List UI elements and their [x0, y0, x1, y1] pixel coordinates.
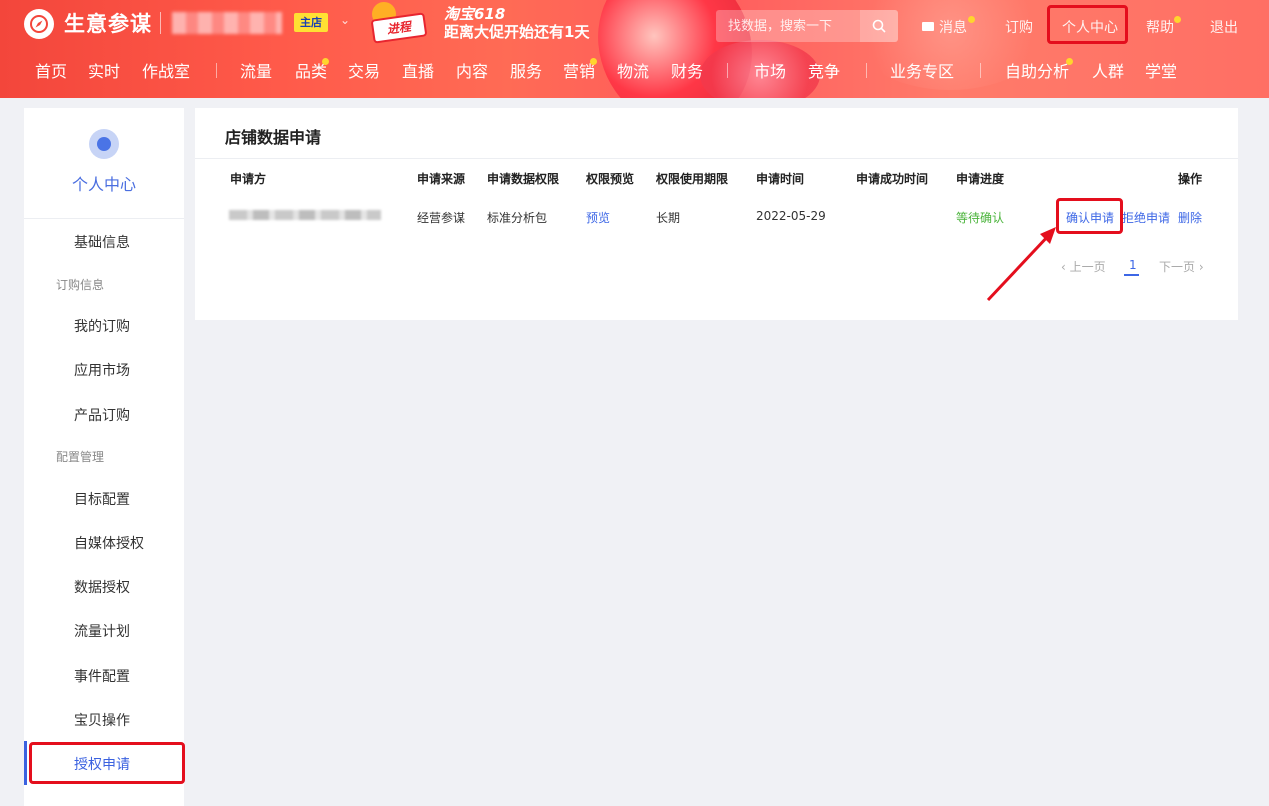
- cell-source: 经营参谋: [417, 211, 466, 225]
- divider: [195, 158, 1238, 159]
- user-icon: [97, 137, 111, 151]
- sidebar-item-auth-application[interactable]: 授权申请: [74, 754, 130, 774]
- nav-item-service[interactable]: 服务: [510, 58, 542, 82]
- sidebar-item-basic-info[interactable]: 基础信息: [74, 232, 130, 252]
- sidebar-group-subscription: 订购信息: [56, 278, 105, 292]
- column-header-duration: 权限使用期限: [656, 172, 729, 186]
- divider: [160, 12, 161, 34]
- column-header-permission: 申请数据权限: [487, 172, 560, 186]
- nav-item-content[interactable]: 内容: [456, 58, 488, 82]
- mail-icon: [922, 22, 934, 31]
- nav-item-finance[interactable]: 财务: [671, 58, 703, 82]
- notification-dot: [590, 58, 597, 65]
- sidebar-item-goal-config[interactable]: 目标配置: [74, 489, 130, 509]
- sidebar: 个人中心 基础信息 订购信息 我的订购 应用市场 产品订购 配置管理 目标配置 …: [24, 108, 184, 806]
- annotation-arrow-icon: [986, 227, 1056, 302]
- reject-application-button[interactable]: 拒绝申请: [1122, 209, 1170, 226]
- sidebar-item-data-auth[interactable]: 数据授权: [74, 577, 130, 597]
- pagination-active-indicator: [1124, 274, 1139, 276]
- nav-divider: [980, 63, 981, 78]
- nav-divider: [727, 63, 728, 78]
- sidebar-item-traffic-plan[interactable]: 流量计划: [74, 621, 130, 641]
- pagination-next[interactable]: 下一页 ›: [1159, 258, 1204, 275]
- sidebar-item-app-market[interactable]: 应用市场: [74, 360, 130, 380]
- nav-item-live[interactable]: 直播: [402, 58, 434, 82]
- brand-name[interactable]: 生意参谋: [64, 8, 152, 38]
- logout-link[interactable]: 退出: [1210, 17, 1238, 37]
- messages-label: 消息: [939, 20, 967, 36]
- notification-dot: [1066, 58, 1073, 65]
- divider: [24, 218, 184, 219]
- search-icon: [872, 19, 886, 33]
- help-link[interactable]: 帮助: [1146, 17, 1174, 37]
- nav-divider: [866, 63, 867, 78]
- pagination-prev-label: 上一页: [1069, 260, 1106, 274]
- nav-item-realtime[interactable]: 实时: [88, 58, 120, 82]
- column-header-preview: 权限预览: [586, 172, 635, 186]
- column-header-progress: 申请进度: [956, 172, 1005, 186]
- sidebar-item-media-auth[interactable]: 自媒体授权: [74, 533, 144, 553]
- promo-countdown[interactable]: 距离大促开始还有1天: [444, 21, 589, 42]
- active-indicator: [24, 741, 27, 785]
- column-header-source: 申请来源: [417, 172, 466, 186]
- notification-dot: [322, 58, 329, 65]
- notification-dot: [1174, 16, 1181, 23]
- nav-item-transaction[interactable]: 交易: [348, 58, 380, 82]
- nav-item-self-analysis[interactable]: 自助分析: [1005, 58, 1069, 82]
- sidebar-item-item-operation[interactable]: 宝贝操作: [74, 710, 130, 730]
- shop-name-redacted[interactable]: [172, 12, 282, 34]
- cell-permission: 标准分析包: [487, 211, 548, 225]
- nav-item-academy[interactable]: 学堂: [1145, 58, 1177, 82]
- nav-item-home[interactable]: 首页: [35, 58, 67, 82]
- main-nav: 首页 实时 作战室 流量 品类 交易 直播 内容 服务 营销 物流 财务 市场 …: [0, 58, 1269, 84]
- column-header-apply-time: 申请时间: [756, 172, 805, 186]
- nav-item-market[interactable]: 市场: [754, 58, 786, 82]
- cell-duration: 长期: [656, 211, 681, 225]
- sidebar-item-my-subscriptions[interactable]: 我的订购: [74, 316, 130, 336]
- messages-link[interactable]: 消息: [922, 17, 967, 37]
- nav-item-traffic[interactable]: 流量: [240, 58, 272, 82]
- sidebar-group-config: 配置管理: [56, 450, 105, 464]
- preview-link[interactable]: 预览: [586, 209, 610, 226]
- column-header-applicant: 申请方: [230, 172, 267, 186]
- chevron-down-icon[interactable]: ⌄: [340, 13, 350, 27]
- nav-divider: [216, 63, 217, 78]
- delete-button[interactable]: 删除: [1178, 209, 1202, 226]
- column-header-success-time: 申请成功时间: [856, 172, 929, 186]
- shop-badge: 主店: [294, 13, 328, 32]
- confirm-application-button[interactable]: 确认申请: [1066, 209, 1114, 226]
- pagination-prev[interactable]: ‹ 上一页: [1061, 258, 1106, 275]
- personal-center-link[interactable]: 个人中心: [1062, 17, 1118, 37]
- nav-item-crowd[interactable]: 人群: [1092, 58, 1124, 82]
- page-title: 店铺数据申请: [225, 128, 322, 147]
- search-button[interactable]: [860, 10, 898, 42]
- sidebar-item-event-config[interactable]: 事件配置: [74, 666, 130, 686]
- sidebar-item-product-subscription[interactable]: 产品订购: [74, 405, 130, 425]
- main-card: 店铺数据申请 申请方 申请来源 申请数据权限 权限预览 权限使用期限 申请时间 …: [195, 108, 1238, 320]
- notification-dot: [968, 16, 975, 23]
- column-header-actions: 操作: [1178, 172, 1203, 186]
- nav-item-logistics[interactable]: 物流: [617, 58, 649, 82]
- search-input[interactable]: [716, 10, 862, 42]
- nav-item-business-zone[interactable]: 业务专区: [890, 58, 954, 82]
- applicant-redacted: [229, 210, 381, 220]
- sidebar-title: 个人中心: [71, 175, 136, 194]
- top-header: 生意参谋 主店 ⌄ 进程 淘宝618 距离大促开始还有1天 消息 订购 个人中心…: [0, 0, 1269, 98]
- nav-item-war-room[interactable]: 作战室: [142, 58, 190, 82]
- pagination-next-label: 下一页: [1159, 260, 1196, 274]
- compass-logo-icon[interactable]: [24, 9, 54, 39]
- pagination-page[interactable]: 1: [1129, 258, 1137, 272]
- avatar[interactable]: [89, 129, 119, 159]
- cell-apply-time: 2022-05-29: [756, 209, 826, 223]
- nav-item-competition[interactable]: 竞争: [808, 58, 840, 82]
- subscribe-link[interactable]: 订购: [1005, 17, 1033, 37]
- promo-mascot[interactable]: 进程: [368, 2, 432, 48]
